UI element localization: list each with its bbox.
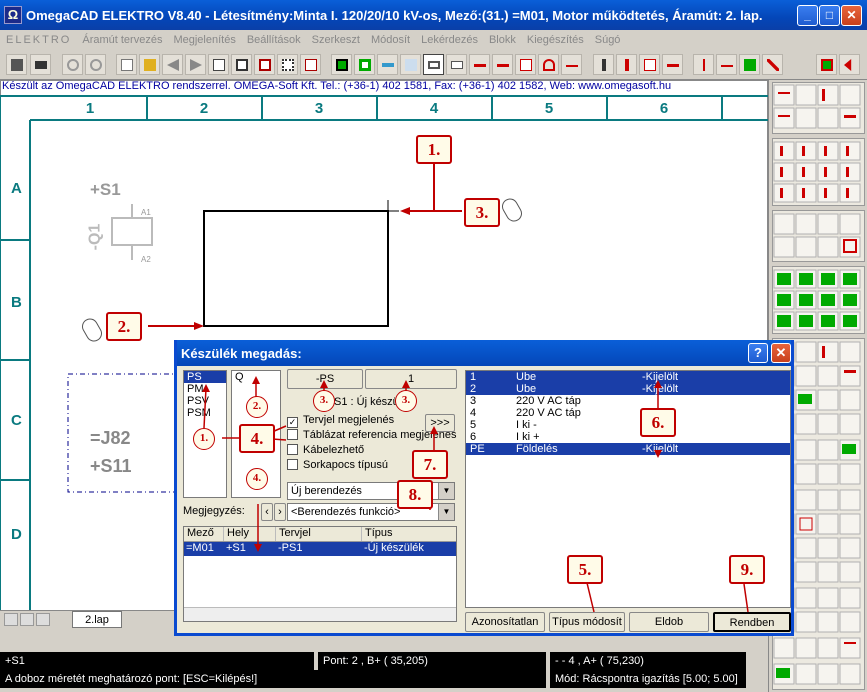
sheet-tab-2lap[interactable]: 2.lap: [72, 611, 122, 628]
row-a: A: [11, 180, 22, 197]
status-point: Pont: 2 , B+ ( 35,205): [318, 652, 546, 670]
delete-icon[interactable]: [762, 54, 783, 75]
close-button[interactable]: ✕: [841, 5, 862, 26]
status-left: +S1: [0, 652, 314, 670]
column-2: 2: [199, 100, 209, 117]
green-frame-icon[interactable]: [331, 54, 352, 75]
column-4: 4: [429, 100, 439, 117]
dialog-annotation-arrows: [202, 376, 749, 613]
label-a2: A2: [141, 255, 151, 264]
label-a1: A1: [141, 208, 151, 217]
exit-icon[interactable]: [839, 54, 860, 75]
line-l1-icon[interactable]: [492, 54, 513, 75]
connector-icon[interactable]: [561, 54, 582, 75]
page-icon[interactable]: [208, 54, 229, 75]
new-file-icon[interactable]: [116, 54, 137, 75]
terminals-alt-icon[interactable]: [716, 54, 737, 75]
tab-nav-next[interactable]: [36, 613, 50, 626]
label-q1: -Q1: [86, 223, 104, 251]
menu-sugo[interactable]: Súgó: [595, 34, 621, 46]
callout-4: 4.: [239, 424, 275, 453]
omega-app-icon[interactable]: Ω: [4, 6, 22, 24]
new-line-icon[interactable]: [739, 54, 760, 75]
device-box-icon[interactable]: [423, 54, 444, 75]
small-callout-1: 1.: [193, 428, 215, 450]
menu-elektro[interactable]: ELEKTRO: [6, 34, 71, 46]
callout-8: 8.: [397, 480, 433, 509]
component-icon[interactable]: [816, 54, 837, 75]
small-callout-4: 4.: [246, 468, 268, 490]
label-j82: =J82: [90, 428, 131, 448]
menu-kiegeszites[interactable]: Kiegészítés: [527, 34, 584, 46]
main-toolbar: [0, 50, 867, 80]
wire-icon[interactable]: [469, 54, 490, 75]
menu-szerkeszt[interactable]: Szerkeszt: [312, 34, 360, 46]
tab-nav-first[interactable]: [4, 613, 18, 626]
menu-beallitasok[interactable]: Beállítások: [247, 34, 301, 46]
menu-megjelenites[interactable]: Megjelenítés: [173, 34, 235, 46]
status-prompt: A doboz méretét meghatározó pont: [ESC=K…: [0, 670, 546, 688]
column-1: 1: [85, 100, 95, 117]
print-icon[interactable]: [30, 54, 51, 75]
list-icon[interactable]: [300, 54, 321, 75]
row-d: D: [11, 526, 22, 543]
menu-blokk[interactable]: Blokk: [489, 34, 516, 46]
save-icon[interactable]: [6, 54, 27, 75]
undo-icon[interactable]: [62, 54, 83, 75]
title-bar: Ω OmegaCAD ELEKTRO V8.40 - Létesítmény:M…: [0, 0, 867, 30]
menu-modosit[interactable]: Módosít: [371, 34, 410, 46]
numbering-icon[interactable]: [400, 54, 421, 75]
terminals-icon[interactable]: [693, 54, 714, 75]
callout-7: 7.: [412, 450, 448, 479]
contact-icon[interactable]: [515, 54, 536, 75]
menu-aramut-tervezes[interactable]: Áramút tervezés: [82, 34, 162, 46]
small-callout-3: 3.: [313, 390, 335, 412]
symbol-icon[interactable]: [377, 54, 398, 75]
window-title: OmegaCAD ELEKTRO V8.40 - Létesítmény:Min…: [26, 7, 763, 23]
arc-icon[interactable]: [538, 54, 559, 75]
status-mode: Mód: Rácspontra igazítás [5.00; 5.00]: [550, 670, 746, 688]
label-s1: +S1: [90, 180, 121, 199]
menu-bar: ELEKTRO Áramút tervezés Megjelenítés Beá…: [0, 30, 867, 50]
column-3: 3: [314, 100, 324, 117]
table-icon[interactable]: [277, 54, 298, 75]
callout-2: 2.: [106, 312, 142, 341]
device-icon[interactable]: [446, 54, 467, 75]
callout-6: 6.: [640, 408, 676, 437]
redo-icon[interactable]: [85, 54, 106, 75]
maximize-button[interactable]: □: [819, 5, 840, 26]
column-5: 5: [544, 100, 554, 117]
column-6: 6: [659, 100, 669, 117]
callout-5: 5.: [567, 555, 603, 584]
wrench-icon[interactable]: [593, 54, 614, 75]
callout-9: 9.: [729, 555, 765, 584]
query-icon[interactable]: [616, 54, 637, 75]
callout-1: 1.: [416, 135, 452, 164]
menu-lekerdezes[interactable]: Lekérdezés: [421, 34, 478, 46]
callout-3: 3.: [464, 198, 500, 227]
label-s11: +S11: [90, 456, 132, 476]
green-box-icon[interactable]: [354, 54, 375, 75]
status-right: - - 4 , A+ ( 75,230): [550, 652, 746, 670]
back-arrow-icon[interactable]: [162, 54, 183, 75]
tab-nav-prev[interactable]: [20, 613, 34, 626]
open-folder-icon[interactable]: [139, 54, 160, 75]
form-icon[interactable]: [254, 54, 275, 75]
cross-ref-icon[interactable]: [639, 54, 660, 75]
forward-arrow-icon[interactable]: [185, 54, 206, 75]
layout-icon[interactable]: [231, 54, 252, 75]
small-callout-3b: 3.: [395, 390, 417, 412]
minimize-button[interactable]: _: [797, 5, 818, 26]
row-c: C: [11, 412, 22, 429]
small-callout-2: 2.: [246, 396, 268, 418]
row-b: B: [11, 294, 22, 311]
swap-icon[interactable]: [662, 54, 683, 75]
